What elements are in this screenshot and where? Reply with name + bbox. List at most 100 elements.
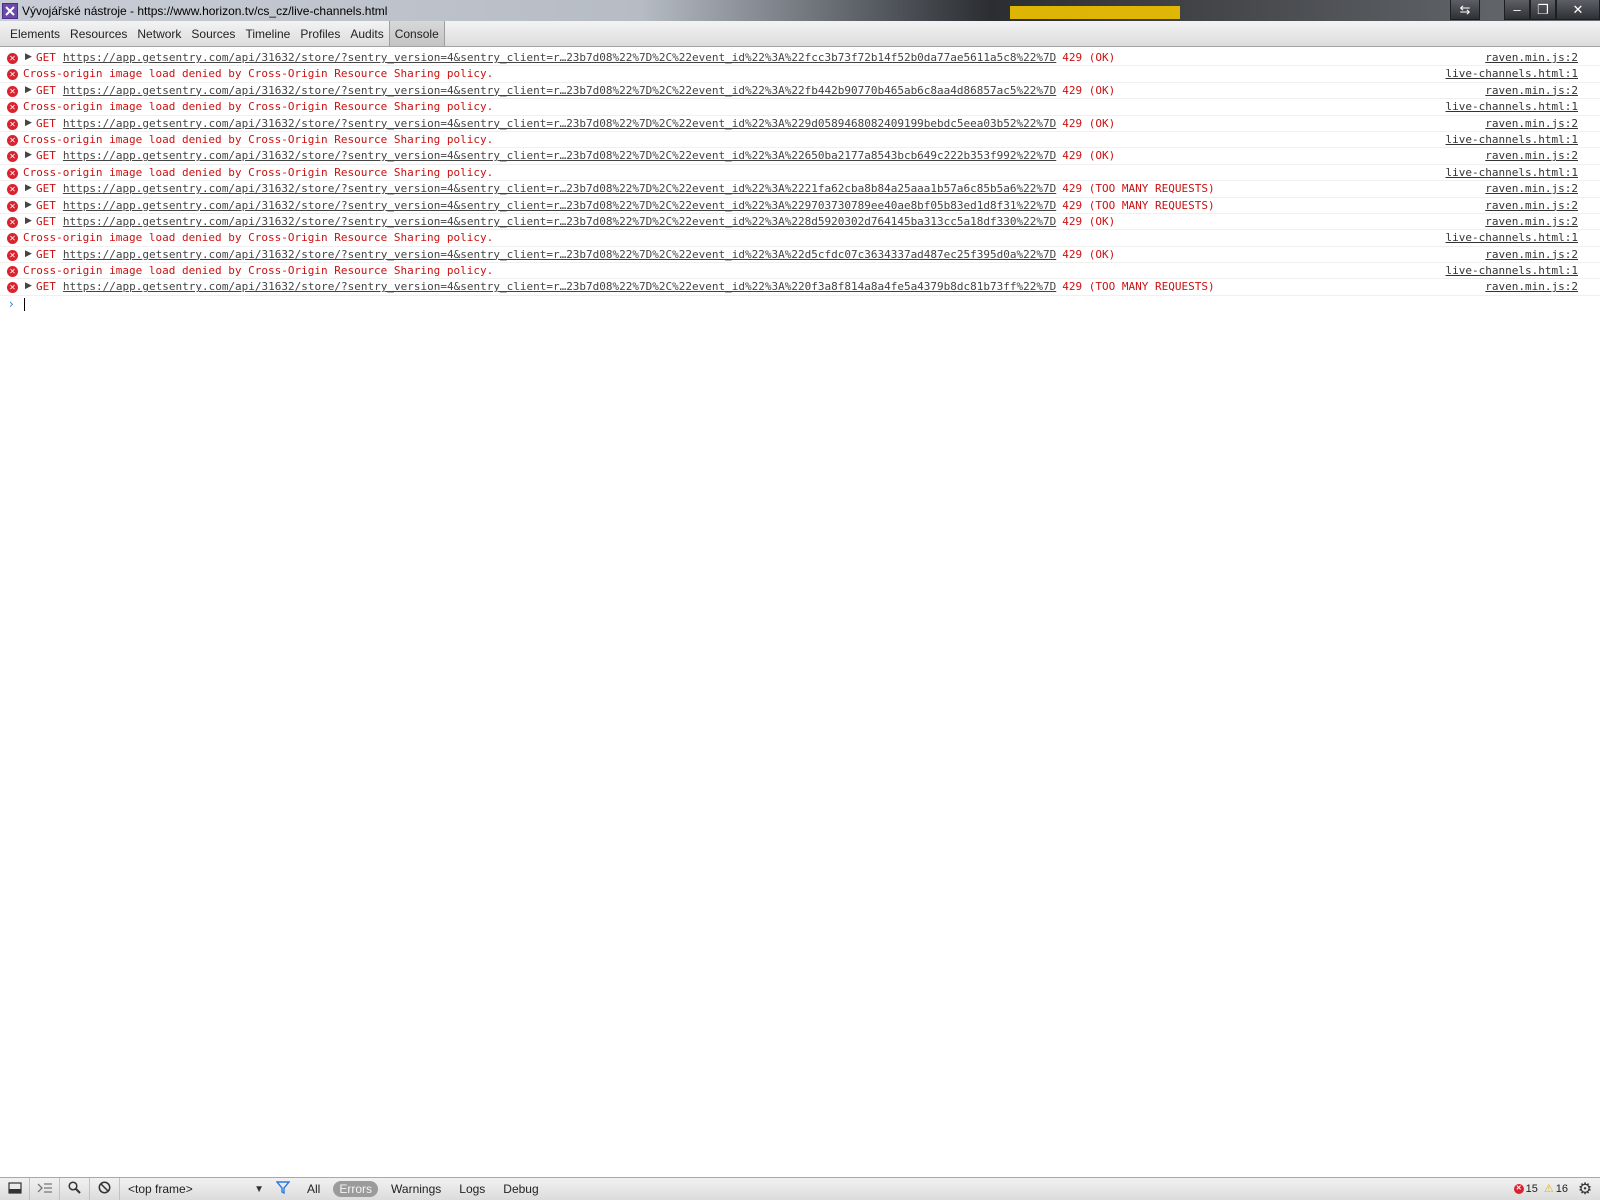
- console-panel: ✕ ▶ GET https://app.getsentry.com/api/31632…: [0, 50, 1600, 1177]
- console-error-row: ✕ Cross-origin image load denied by Cross…: [0, 263, 1600, 280]
- network-error-row: ✕ ▶ GET https://app.getsentry.com/api/31632…: [0, 50, 1600, 67]
- expand-triangle-icon[interactable]: ▶: [25, 118, 32, 128]
- source-link[interactable]: raven.min.js:2: [1485, 215, 1578, 228]
- level-filter-errors[interactable]: Errors: [333, 1181, 379, 1197]
- request-url-link[interactable]: https://app.getsentry.com/api/31632/stor…: [63, 215, 1056, 228]
- search-icon: [68, 1181, 81, 1197]
- request-method: GET: [36, 214, 56, 228]
- background-strip: [1010, 6, 1180, 19]
- message-content: GET https://app.getsentry.com/api/31632/s…: [36, 117, 1115, 130]
- frame-select[interactable]: <top frame> ▼: [128, 1180, 266, 1198]
- expand-triangle-icon[interactable]: ▶: [25, 150, 32, 160]
- dock-swap-button[interactable]: ⇆: [1450, 0, 1480, 20]
- tab-timeline[interactable]: Timeline: [240, 21, 295, 46]
- minimize-button[interactable]: –: [1504, 0, 1530, 20]
- clear-console-button[interactable]: [90, 1178, 120, 1200]
- error-icon: ✕: [7, 266, 18, 278]
- network-error-row: ✕ ▶ GET https://app.getsentry.com/api/31632…: [0, 247, 1600, 264]
- source-link[interactable]: live-channels.html:1: [1446, 67, 1578, 80]
- console-error-row: ✕ Cross-origin image load denied by Cross…: [0, 132, 1600, 149]
- request-method: GET: [36, 149, 56, 163]
- expand-triangle-icon[interactable]: ▶: [25, 183, 32, 193]
- request-url-link[interactable]: https://app.getsentry.com/api/31632/stor…: [63, 199, 1056, 212]
- response-status: 429 (TOO MANY REQUESTS): [1062, 182, 1215, 196]
- request-method: GET: [36, 83, 56, 97]
- expand-triangle-icon[interactable]: ▶: [25, 249, 32, 259]
- message-content: Cross-origin image load denied by Cross-…: [23, 264, 493, 277]
- search-button[interactable]: [60, 1178, 90, 1200]
- request-url-link[interactable]: https://app.getsentry.com/api/31632/stor…: [63, 51, 1056, 64]
- close-button[interactable]: ✕: [1556, 0, 1600, 20]
- source-link[interactable]: live-channels.html:1: [1446, 231, 1578, 244]
- filter-icon: [275, 1181, 291, 1197]
- tab-sources[interactable]: Sources: [186, 21, 240, 46]
- message-content: GET https://app.getsentry.com/api/31632/s…: [36, 248, 1115, 261]
- source-link[interactable]: raven.min.js:2: [1485, 280, 1578, 293]
- response-status: 429 (OK): [1062, 214, 1116, 228]
- devtools-tabbar: Elements Resources Network Sources Timel…: [0, 21, 1600, 47]
- source-link[interactable]: live-channels.html:1: [1446, 100, 1578, 113]
- response-status: 429 (OK): [1062, 83, 1116, 97]
- source-link[interactable]: live-channels.html:1: [1446, 133, 1578, 146]
- message-content: GET https://app.getsentry.com/api/31632/s…: [36, 84, 1115, 97]
- message-content: Cross-origin image load denied by Cross-…: [23, 231, 493, 244]
- tab-profiles[interactable]: Profiles: [295, 21, 345, 46]
- request-url-link[interactable]: https://app.getsentry.com/api/31632/stor…: [63, 280, 1056, 293]
- source-link[interactable]: raven.min.js:2: [1485, 51, 1578, 64]
- source-link[interactable]: raven.min.js:2: [1485, 149, 1578, 162]
- tab-resources[interactable]: Resources: [65, 21, 132, 46]
- source-link[interactable]: raven.min.js:2: [1485, 117, 1578, 130]
- error-icon: ✕: [7, 134, 18, 146]
- expand-triangle-icon[interactable]: ▶: [25, 85, 32, 95]
- request-url-link[interactable]: https://app.getsentry.com/api/31632/stor…: [63, 248, 1056, 261]
- window-titlebar: Vývojářské nástroje - https://www.horizo…: [0, 0, 1600, 21]
- response-status: 429 (OK): [1062, 247, 1116, 261]
- expand-triangle-icon[interactable]: ▶: [25, 52, 32, 62]
- expand-triangle-icon[interactable]: ▶: [25, 281, 32, 291]
- message-content: GET https://app.getsentry.com/api/31632/s…: [36, 51, 1115, 64]
- dock-toggle-button[interactable]: [0, 1178, 30, 1200]
- request-url-link[interactable]: https://app.getsentry.com/api/31632/stor…: [63, 182, 1056, 195]
- tab-elements[interactable]: Elements: [5, 21, 65, 46]
- restore-button[interactable]: ❐: [1530, 0, 1556, 20]
- expand-triangle-icon[interactable]: ▶: [25, 216, 32, 226]
- message-content: GET https://app.getsentry.com/api/31632/s…: [36, 199, 1215, 212]
- source-link[interactable]: live-channels.html:1: [1446, 264, 1578, 277]
- tab-audits[interactable]: Audits: [345, 21, 388, 46]
- window-title: Vývojářské nástroje - https://www.horizo…: [22, 3, 388, 18]
- error-icon: ✕: [7, 85, 18, 97]
- error-icon: ✕: [7, 118, 18, 130]
- request-method: GET: [36, 198, 56, 212]
- message-text: Cross-origin image load denied by Cross-…: [23, 231, 494, 245]
- frame-select-value: <top frame>: [128, 1182, 193, 1196]
- message-counts[interactable]: ✕ 15 ⚠ 16: [1513, 1182, 1568, 1195]
- request-url-link[interactable]: https://app.getsentry.com/api/31632/stor…: [63, 149, 1056, 162]
- request-url-link[interactable]: https://app.getsentry.com/api/31632/stor…: [63, 84, 1056, 97]
- level-filter-debug[interactable]: Debug: [498, 1181, 543, 1197]
- source-link[interactable]: raven.min.js:2: [1485, 199, 1578, 212]
- expand-triangle-icon[interactable]: ▶: [25, 200, 32, 210]
- show-console-drawer-button[interactable]: [30, 1178, 60, 1200]
- error-icon: ✕: [7, 216, 18, 228]
- source-link[interactable]: raven.min.js:2: [1485, 248, 1578, 261]
- level-filter-warnings[interactable]: Warnings: [386, 1181, 446, 1197]
- message-content: GET https://app.getsentry.com/api/31632/s…: [36, 182, 1215, 195]
- message-text: Cross-origin image load denied by Cross-…: [23, 67, 494, 81]
- response-status: 429 (OK): [1062, 149, 1116, 163]
- settings-button[interactable]: ⚙: [1576, 1180, 1594, 1198]
- console-error-row: ✕ Cross-origin image load denied by Cross…: [0, 165, 1600, 182]
- message-content: GET https://app.getsentry.com/api/31632/s…: [36, 149, 1115, 162]
- level-filter-all[interactable]: All: [302, 1181, 325, 1197]
- level-filter-logs[interactable]: Logs: [454, 1181, 490, 1197]
- console-error-row: ✕ Cross-origin image load denied by Cross…: [0, 99, 1600, 116]
- source-link[interactable]: live-channels.html:1: [1446, 166, 1578, 179]
- tab-network[interactable]: Network: [132, 21, 186, 46]
- chevron-down-icon: ▼: [254, 1183, 264, 1195]
- console-prompt[interactable]: ›: [0, 296, 1600, 314]
- request-url-link[interactable]: https://app.getsentry.com/api/31632/stor…: [63, 117, 1056, 130]
- filter-button[interactable]: [272, 1181, 294, 1197]
- source-link[interactable]: raven.min.js:2: [1485, 84, 1578, 97]
- tab-console[interactable]: Console: [388, 21, 445, 46]
- source-link[interactable]: raven.min.js:2: [1485, 182, 1578, 195]
- error-icon: ✕: [7, 184, 18, 196]
